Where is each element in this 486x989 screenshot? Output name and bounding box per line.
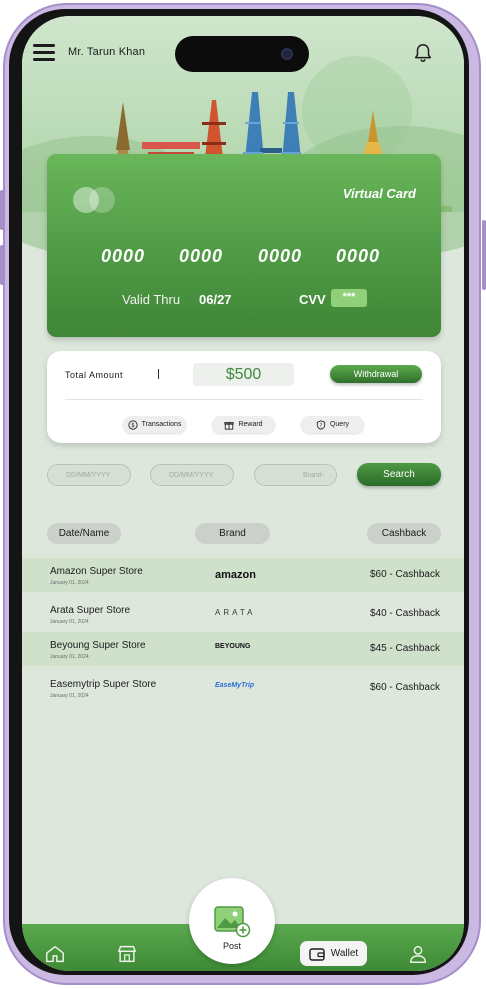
- to-date-field[interactable]: DD/MM/YYYY: [150, 464, 234, 486]
- row-store-name: Amazon Super Store: [50, 566, 143, 577]
- brand-select-label: Brand: [303, 471, 322, 479]
- card-number-group-1: 0000: [101, 246, 146, 266]
- chevron-down-icon: [321, 474, 324, 476]
- cvv-label: CVV: [299, 292, 326, 307]
- reward-label: Reward: [238, 421, 263, 428]
- hamburger-menu-icon[interactable]: [33, 44, 55, 62]
- volume-up-button: [0, 190, 4, 230]
- reward-button[interactable]: Reward: [212, 416, 275, 433]
- wallet-icon: [309, 947, 325, 961]
- add-image-post-icon[interactable]: [213, 901, 251, 939]
- row-brand-logo: BEYOUNG: [215, 643, 251, 650]
- camera-notch: [175, 36, 309, 72]
- row-date: January 01, 2024: [50, 693, 89, 699]
- row-cashback: $60 - Cashback: [369, 569, 440, 580]
- table-row[interactable]: Amazon Super Store January 01, 2024 amaz…: [22, 558, 464, 592]
- total-amount-value: $500: [193, 363, 294, 386]
- row-cashback: $45 - Cashback: [369, 643, 440, 654]
- from-date-field[interactable]: DD/MM/YYYY: [47, 464, 131, 486]
- row-brand-logo: EaseMyTrip: [215, 682, 255, 689]
- card-number-group-4: 0000: [336, 246, 381, 266]
- query-label: Query: [329, 421, 350, 428]
- svg-text:$: $: [131, 423, 135, 429]
- row-date: January 01, 2024: [50, 619, 89, 625]
- bell-icon[interactable]: [412, 42, 434, 64]
- valid-thru-value: 06/27: [199, 292, 232, 307]
- table-row[interactable]: Arata Super Store January 01, 2024 ARATA…: [22, 597, 464, 631]
- brand-select[interactable]: Brand: [254, 464, 337, 486]
- row-date: January 01, 2024: [50, 580, 89, 586]
- user-name: Mr. Tarun Khan: [68, 46, 146, 58]
- virtual-card-title: Virtual Card: [342, 186, 416, 201]
- volume-down-button: [0, 245, 4, 285]
- search-button[interactable]: Search: [357, 463, 441, 486]
- row-date: January 01, 2024: [50, 654, 89, 660]
- virtual-card[interactable]: Virtual Card 0000 0000 0000 0000 Valid T…: [47, 154, 441, 337]
- column-header-cashback[interactable]: Cashback: [367, 523, 441, 544]
- app-screen: Mr. Tarun Khan Virtual Card 0000 0000 00…: [22, 16, 464, 971]
- gift-icon: [224, 421, 235, 430]
- wallet-label: Wallet: [330, 948, 359, 959]
- front-camera: [281, 48, 293, 60]
- transactions-button[interactable]: $ Transactions: [123, 416, 186, 433]
- wallet-tab[interactable]: Wallet: [300, 941, 367, 966]
- query-button[interactable]: ? Query: [301, 416, 364, 433]
- valid-thru-label: Valid Thru: [122, 292, 181, 307]
- home-icon[interactable]: [44, 943, 66, 965]
- withdrawal-button[interactable]: Withdrawal: [330, 365, 422, 383]
- panel-divider: [65, 399, 423, 400]
- row-store-name: Beyoung Super Store: [50, 640, 146, 651]
- cvv-value[interactable]: ***: [331, 289, 367, 307]
- card-number-group-2: 0000: [179, 246, 224, 266]
- table-row[interactable]: Easemytrip Super Store January 01, 2024 …: [22, 671, 464, 705]
- row-brand-logo: amazon: [215, 569, 256, 581]
- row-store-name: Arata Super Store: [50, 605, 131, 616]
- svg-text:?: ?: [320, 423, 323, 429]
- card-number-group-3: 0000: [258, 246, 303, 266]
- total-amount-panel: Total Amount $500 Withdrawal $ Transacti…: [47, 351, 441, 443]
- row-store-name: Easemytrip Super Store: [50, 679, 157, 690]
- card-chip-overlay-icon: [89, 187, 115, 213]
- column-header-brand[interactable]: Brand: [195, 523, 270, 544]
- store-icon[interactable]: [116, 943, 138, 965]
- post-label: Post: [222, 941, 241, 951]
- shield-question-icon: ?: [316, 419, 326, 430]
- column-header-date-name[interactable]: Date/Name: [47, 523, 121, 544]
- total-amount-label: Total Amount: [65, 370, 124, 380]
- row-cashback: $40 - Cashback: [369, 608, 440, 619]
- row-brand-logo: ARATA: [215, 608, 256, 617]
- dollar-coin-icon: $: [128, 419, 138, 430]
- profile-icon[interactable]: [407, 943, 429, 965]
- power-button: [482, 220, 486, 290]
- table-row[interactable]: Beyoung Super Store January 01, 2024 BEY…: [22, 632, 464, 666]
- transactions-label: Transactions: [141, 421, 182, 428]
- row-cashback: $60 - Cashback: [369, 682, 440, 693]
- total-amount-separator: [158, 369, 159, 379]
